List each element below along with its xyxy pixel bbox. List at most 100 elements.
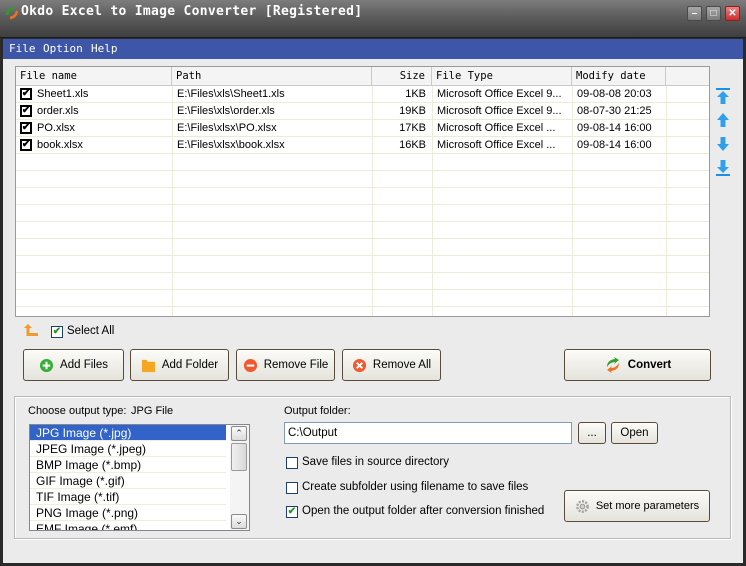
output-type-option[interactable]: TIF Image (*.tif) (30, 489, 226, 505)
table-row[interactable]: ✔ PO.xlsx E:\Files\xlsx\PO.xlsx 17KB Microso… (16, 120, 709, 137)
row-checkbox[interactable]: ✔ (20, 105, 32, 117)
size-cell: 19KB (399, 105, 426, 117)
file-type-cell: Microsoft Office Excel ... (437, 139, 556, 151)
select-all-checkbox[interactable]: ✔ (51, 326, 63, 338)
open-folder-after-label[interactable]: Open the output folder after conversion … (302, 505, 544, 517)
col-modify-date[interactable]: Modify date (572, 67, 666, 86)
table-rows: ✔ Sheet1.xls E:\Files\xls\Sheet1.xls 1KB Mic… (16, 86, 709, 307)
remove-icon (243, 358, 257, 372)
gear-icon (576, 499, 589, 513)
path-cell: E:\Files\xlsx\book.xlsx (177, 139, 285, 151)
scroll-down-button[interactable]: ⌄ (231, 514, 247, 529)
remove-all-label: Remove All (372, 359, 432, 371)
check-icon: ✔ (21, 122, 31, 133)
output-type-option[interactable]: GIF Image (*.gif) (30, 473, 226, 489)
file-name-cell: Sheet1.xls (37, 88, 89, 100)
chevron-up-icon: ⌃ (235, 428, 243, 438)
save-in-source-label[interactable]: Save files in source directory (302, 456, 449, 468)
add-files-label: Add Files (60, 359, 108, 371)
move-to-bottom-icon[interactable] (715, 159, 731, 177)
empty-row (16, 273, 709, 290)
col-file-type[interactable]: File Type (432, 67, 572, 86)
row-checkbox[interactable]: ✔ (20, 88, 32, 100)
scroll-thumb[interactable] (231, 443, 247, 471)
folder-icon (141, 359, 155, 372)
move-down-icon[interactable] (715, 135, 731, 153)
modify-date-cell: 09-08-14 16:00 (577, 139, 652, 151)
path-cell: E:\Files\xls\Sheet1.xls (177, 88, 285, 100)
empty-row (16, 222, 709, 239)
output-type-option[interactable]: EMF Image (*.emf) (30, 521, 226, 530)
size-cell: 1KB (405, 88, 426, 100)
modify-date-cell: 09-08-08 20:03 (577, 88, 652, 100)
convert-label: Convert (627, 359, 672, 371)
set-more-parameters-button[interactable]: Set more parameters (564, 490, 710, 522)
add-files-button[interactable]: Add Files (23, 349, 124, 381)
size-cell: 16KB (399, 139, 426, 151)
move-up-icon[interactable] (715, 111, 731, 129)
empty-row (16, 188, 709, 205)
output-folder-label: Output folder: (284, 405, 351, 417)
check-icon: ✔ (21, 139, 31, 150)
check-icon: ✔ (21, 105, 31, 116)
empty-row (16, 239, 709, 256)
remove-file-button[interactable]: Remove File (236, 349, 335, 381)
maximize-button[interactable]: □ (706, 6, 721, 21)
check-icon: ✔ (52, 326, 62, 337)
up-level-icon[interactable] (23, 323, 39, 337)
move-to-top-icon[interactable] (715, 87, 731, 105)
output-type-option[interactable]: BMP Image (*.bmp) (30, 457, 226, 473)
col-path[interactable]: Path (172, 67, 372, 86)
check-icon: ✔ (287, 506, 297, 517)
scroll-up-button[interactable]: ⌃ (231, 426, 247, 441)
open-folder-button[interactable]: Open (611, 422, 658, 444)
create-subfolder-checkbox[interactable] (286, 482, 298, 494)
row-checkbox[interactable]: ✔ (20, 122, 32, 134)
list-scrollbar[interactable]: ⌃ ⌄ (230, 425, 249, 530)
output-settings-panel: Choose output type: JPG File JPG Image (… (14, 396, 731, 539)
table-row[interactable]: ✔ book.xlsx E:\Files\xlsx\book.xlsx 16KB Mic… (16, 137, 709, 154)
convert-icon (606, 357, 619, 373)
add-icon (39, 358, 54, 372)
modify-date-cell: 09-08-14 16:00 (577, 122, 652, 134)
remove-all-button[interactable]: Remove All (342, 349, 441, 381)
add-folder-button[interactable]: Add Folder (130, 349, 229, 381)
empty-row (16, 171, 709, 188)
output-type-list[interactable]: JPG Image (*.jpg) JPEG Image (*.jpeg) BMP … (29, 424, 250, 531)
add-folder-label: Add Folder (161, 359, 219, 371)
open-folder-after-checkbox[interactable]: ✔ (286, 506, 298, 518)
maximize-icon: □ (710, 7, 717, 19)
create-subfolder-label[interactable]: Create subfolder using filename to save … (302, 481, 528, 493)
table-row[interactable]: ✔ Sheet1.xls E:\Files\xls\Sheet1.xls 1KB Mic… (16, 86, 709, 103)
menu-option[interactable]: Option (43, 42, 83, 55)
output-type-option[interactable]: JPEG Image (*.jpeg) (30, 441, 226, 457)
col-file-name[interactable]: File name (16, 67, 172, 86)
minimize-icon: – (691, 7, 698, 19)
table-row[interactable]: ✔ order.xls E:\Files\xls\order.xls 19KB Micr… (16, 103, 709, 120)
close-icon: ✕ (728, 7, 737, 19)
select-all-label[interactable]: Select All (67, 325, 114, 337)
title-bar[interactable]: Okdo Excel to Image Converter [Registere… (0, 0, 746, 38)
output-type-option[interactable]: PNG Image (*.png) (30, 505, 226, 521)
main-content: File name Path Size File Type Modify dat… (3, 59, 743, 563)
menu-help[interactable]: Help (91, 42, 118, 55)
table-header: File name Path Size File Type Modify dat… (16, 67, 709, 86)
output-type-option[interactable]: JPG Image (*.jpg) (30, 425, 226, 441)
convert-button[interactable]: Convert (564, 349, 711, 381)
browse-button[interactable]: ... (578, 422, 606, 444)
file-table[interactable]: File name Path Size File Type Modify dat… (15, 66, 710, 317)
col-size[interactable]: Size (372, 67, 432, 86)
close-button[interactable]: ✕ (725, 6, 740, 21)
empty-row (16, 256, 709, 273)
remove-all-icon (352, 358, 366, 372)
save-in-source-checkbox[interactable] (286, 457, 298, 469)
minimize-button[interactable]: – (687, 6, 702, 21)
menu-file[interactable]: File (9, 42, 36, 55)
file-type-cell: Microsoft Office Excel 9... (437, 105, 562, 117)
row-checkbox[interactable]: ✔ (20, 139, 32, 151)
output-folder-input[interactable]: C:\Output (284, 422, 572, 444)
file-name-cell: book.xlsx (37, 139, 83, 151)
output-type-label: Choose output type: (28, 405, 127, 417)
remove-file-label: Remove File (263, 359, 329, 371)
file-name-cell: order.xls (37, 105, 79, 117)
